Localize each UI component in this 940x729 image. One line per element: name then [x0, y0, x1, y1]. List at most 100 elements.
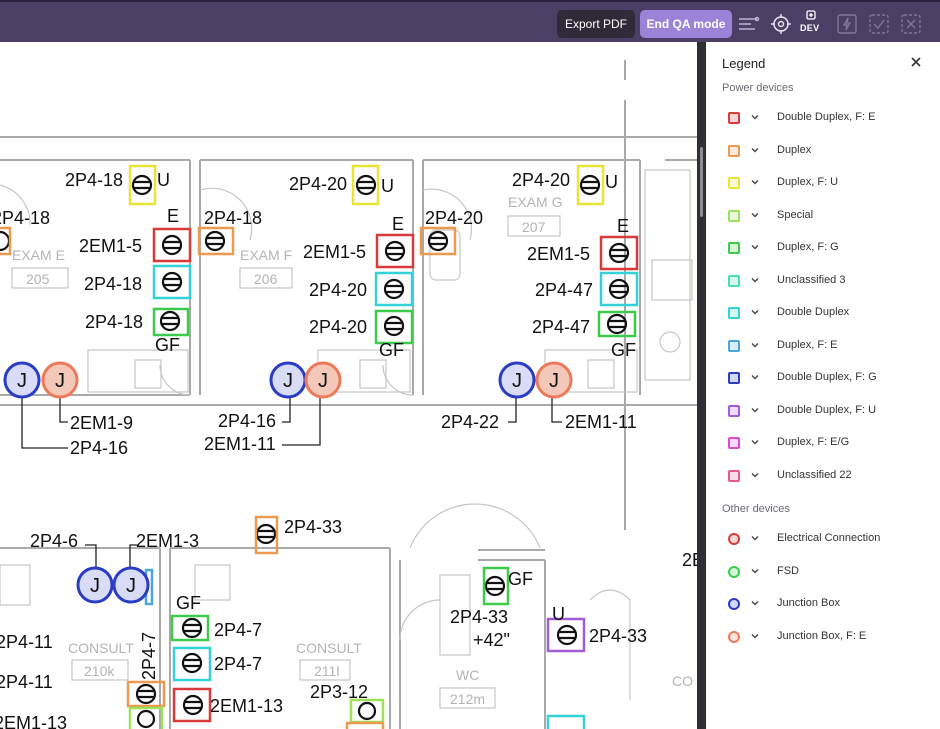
double-duplex-f-e-highlight[interactable] — [375, 233, 415, 269]
chevron-down-icon[interactable] — [750, 340, 760, 350]
sliders-icon[interactable] — [737, 12, 761, 36]
circuit-label: 2EM1-11 — [565, 412, 637, 432]
legend-item[interactable]: Duplex, F: E/G — [728, 433, 928, 453]
circuit-label: 2P4-47 — [535, 280, 593, 300]
legend-item[interactable]: Electrical Connection — [728, 529, 928, 549]
end-qa-mode-button[interactable]: End QA mode — [640, 10, 732, 38]
e-marker: E — [392, 214, 404, 234]
color-swatch[interactable] — [728, 112, 740, 124]
close-icon[interactable] — [908, 54, 924, 70]
circuit-label: 2P4-16 — [218, 411, 276, 431]
circuit-label: 2EM1-13 — [0, 713, 67, 729]
legend-item[interactable]: Duplex — [728, 141, 928, 161]
export-pdf-button[interactable]: Export PDF — [557, 10, 635, 38]
circuit-label: 2P4-11 — [0, 672, 53, 692]
color-swatch[interactable] — [728, 372, 740, 384]
double-duplex-highlight[interactable] — [546, 714, 586, 729]
legend-item[interactable]: Double Duplex, F: G — [728, 368, 928, 388]
color-swatch[interactable] — [728, 307, 740, 319]
double-duplex-f-e-highlight[interactable] — [172, 687, 212, 723]
legend-item[interactable]: Duplex, F: G — [728, 238, 928, 258]
color-swatch[interactable] — [728, 533, 740, 545]
legend-item[interactable]: Double Duplex — [728, 303, 928, 323]
legend-item[interactable]: FSD — [728, 562, 928, 582]
chevron-down-icon[interactable] — [750, 405, 760, 415]
color-swatch[interactable] — [728, 144, 740, 157]
circuit-label: 2P4-20 — [425, 208, 483, 228]
chevron-down-icon[interactable] — [750, 437, 760, 447]
circuit-label: 2P4-16 — [70, 438, 128, 458]
double-duplex-f-e-highlight[interactable] — [152, 227, 192, 263]
double-duplex-highlight[interactable] — [172, 646, 212, 682]
crosshair-icon[interactable] — [769, 12, 793, 36]
chevron-down-icon[interactable] — [750, 598, 760, 608]
other-devices-heading: Other devices — [722, 503, 790, 515]
color-swatch[interactable] — [728, 437, 740, 449]
circuit-label: 2EM1-3 — [136, 531, 199, 551]
gf-marker: GF — [176, 593, 201, 613]
circuit-label: 2P4-33 — [589, 626, 647, 646]
lightning-icon[interactable] — [835, 12, 859, 36]
double-duplex-highlight[interactable] — [599, 271, 639, 307]
legend-item[interactable]: Duplex, F: E — [728, 336, 928, 356]
chevron-down-icon[interactable] — [750, 372, 760, 382]
room-name: WC — [456, 667, 479, 683]
floor-plan-drawing: EXAM E 205 EXAM F 206 EXAM G 207 CONSULT… — [0, 60, 697, 729]
double-duplex-highlight[interactable] — [374, 271, 414, 307]
duplex-highlight[interactable] — [345, 721, 385, 729]
circuit-label: 2P4-20 — [309, 317, 367, 337]
color-swatch[interactable] — [728, 404, 740, 417]
chevron-down-icon[interactable] — [750, 307, 760, 317]
color-swatch[interactable] — [728, 274, 740, 287]
color-swatch[interactable] — [728, 598, 740, 610]
circuit-label: 2P4-22 — [441, 412, 499, 432]
color-swatch[interactable] — [728, 177, 740, 189]
legend-item[interactable]: Double Duplex, F: U — [728, 401, 928, 421]
legend-item[interactable]: Unclassified 22 — [728, 466, 928, 486]
circuit-label: 2P3-12 — [310, 682, 368, 702]
circuit-label: 2P4-20 — [309, 280, 367, 300]
room-name: EXAM E — [12, 247, 65, 263]
legend-item[interactable]: Special — [728, 206, 928, 226]
color-swatch[interactable] — [728, 209, 740, 222]
chevron-down-icon[interactable] — [750, 533, 760, 543]
chevron-down-icon[interactable] — [750, 566, 760, 576]
room-number: 205 — [26, 271, 50, 287]
double-duplex-f-e-highlight[interactable] — [599, 235, 639, 271]
checkbox-icon[interactable] — [867, 12, 891, 36]
chevron-down-icon[interactable] — [750, 242, 760, 252]
color-swatch[interactable] — [728, 630, 740, 643]
legend-item[interactable]: Junction Box, F: E — [728, 627, 928, 647]
chevron-down-icon[interactable] — [750, 177, 760, 187]
splitter-grip[interactable] — [700, 147, 703, 217]
color-swatch[interactable] — [728, 565, 740, 578]
chevron-down-icon[interactable] — [750, 145, 760, 155]
u-marker: U — [157, 170, 170, 190]
chevron-down-icon[interactable] — [750, 631, 760, 641]
legend-item-label: Double Duplex — [777, 306, 850, 318]
panel-splitter[interactable] — [697, 42, 706, 729]
chevron-down-icon[interactable] — [750, 210, 760, 220]
close-box-icon[interactable] — [899, 12, 923, 36]
legend-item[interactable]: Junction Box — [728, 594, 928, 614]
legend-item-label: Junction Box, F: E — [777, 629, 867, 642]
color-swatch[interactable] — [728, 242, 740, 254]
circuit-label: 2P4-18 — [65, 170, 123, 190]
double-duplex-highlight[interactable] — [152, 264, 192, 300]
room-number: 211l — [314, 663, 339, 679]
color-swatch[interactable] — [728, 339, 740, 352]
chevron-down-icon[interactable] — [750, 112, 760, 122]
legend-item[interactable]: Unclassified 3 — [728, 271, 928, 291]
color-swatch[interactable] — [728, 469, 740, 482]
chevron-down-icon[interactable] — [750, 275, 760, 285]
room-name: EXAM F — [240, 247, 292, 263]
dev-plus-icon[interactable] — [801, 9, 821, 23]
legend-item[interactable]: Double Duplex, F: E — [728, 108, 928, 128]
legend-item[interactable]: Duplex, F: U — [728, 173, 928, 193]
legend-item-label: Unclassified 3 — [777, 273, 846, 286]
edge-text: CO — [672, 673, 693, 689]
chevron-down-icon[interactable] — [750, 470, 760, 480]
junction-letter: J — [318, 370, 328, 392]
floor-plan-canvas[interactable]: EXAM E 205 EXAM F 206 EXAM G 207 CONSULT… — [0, 42, 697, 729]
duplex-f-g-highlight[interactable] — [374, 309, 414, 345]
